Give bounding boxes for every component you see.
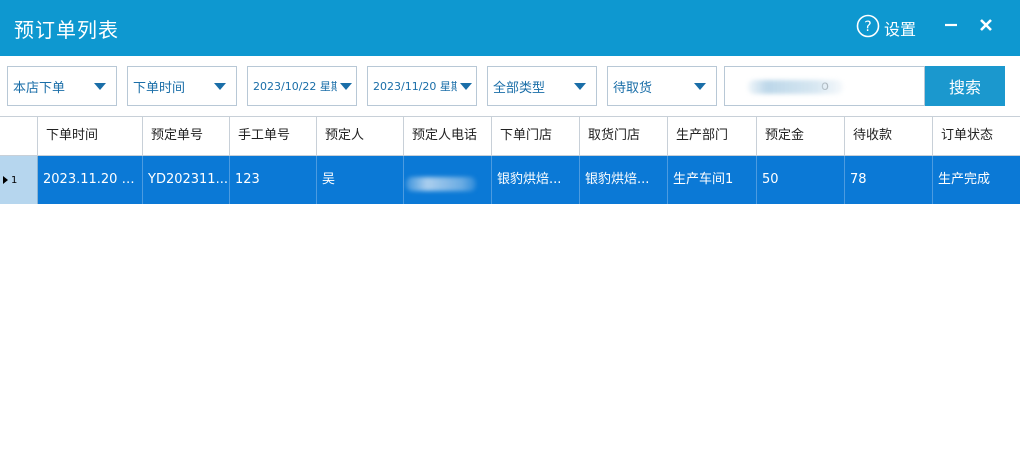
column-header[interactable]: 待收款 — [845, 117, 933, 156]
table-cell[interactable]: 50 — [757, 156, 845, 204]
column-header[interactable]: 下单时间 — [38, 117, 143, 156]
redacted-blur — [748, 80, 843, 94]
table-header: 下单时间 预定单号 手工单号 预定人 预定人电话 下单门店 取货门店 生产部门 … — [0, 116, 1020, 156]
table-cell[interactable]: 吴 — [317, 156, 404, 204]
settings-button[interactable]: ? 设置 — [856, 14, 917, 42]
order-source-value: 本店下单 — [13, 80, 66, 96]
order-source-select[interactable]: 本店下单 — [7, 66, 117, 106]
column-header[interactable]: 手工单号 — [230, 117, 317, 156]
row-index: 1 — [11, 174, 18, 186]
table-cell[interactable]: 银豹烘焙... — [580, 156, 668, 204]
date-type-select[interactable]: 下单时间 — [127, 66, 237, 106]
start-date-value: 2023/10/22 星期 — [253, 80, 337, 93]
column-header[interactable]: 预定人电话 — [404, 117, 492, 156]
column-header[interactable]: 订单状态 — [933, 117, 1020, 156]
column-header[interactable]: 预定单号 — [143, 117, 230, 156]
table-cell[interactable]: 生产车间1 — [668, 156, 757, 204]
dropdown-arrow-icon — [574, 82, 586, 90]
current-row-indicator-icon — [3, 176, 8, 184]
column-header[interactable]: 下单门店 — [492, 117, 580, 156]
header-corner — [0, 117, 38, 156]
end-date-picker[interactable]: 2023/11/20 星期 — [367, 66, 477, 106]
search-button[interactable]: 搜索 — [925, 66, 1005, 106]
start-date-picker[interactable]: 2023/10/22 星期 — [247, 66, 357, 106]
dropdown-arrow-icon — [94, 82, 106, 90]
help-circle-icon: ? — [856, 14, 880, 42]
close-icon — [978, 17, 994, 37]
table-cell[interactable]: 生产完成 — [933, 156, 1020, 204]
category-select[interactable]: 全部类型 — [487, 66, 597, 106]
table-row[interactable]: 1 2023.11.20 1... YD202311... 123 吴 银豹烘焙… — [0, 156, 1020, 204]
column-header[interactable]: 预定人 — [317, 117, 404, 156]
filter-bar: 本店下单 下单时间 2023/10/22 星期 2023/11/20 星期 全部… — [0, 56, 1020, 116]
redacted-blur — [406, 177, 476, 191]
column-header[interactable]: 预定金 — [757, 117, 845, 156]
table-cell[interactable]: YD202311... — [143, 156, 230, 204]
window-title: 预订单列表 — [14, 18, 119, 42]
dropdown-arrow-icon — [694, 82, 706, 90]
dropdown-arrow-icon — [214, 82, 226, 90]
column-header[interactable]: 取货门店 — [580, 117, 668, 156]
dropdown-arrow-icon — [340, 82, 352, 90]
table-cell[interactable]: 银豹烘焙... — [492, 156, 580, 204]
title-bar: 预订单列表 ? 设置 — [0, 0, 1020, 56]
end-date-value: 2023/11/20 星期 — [373, 80, 457, 93]
column-header[interactable]: 生产部门 — [668, 117, 757, 156]
svg-text:?: ? — [864, 19, 871, 35]
date-type-value: 下单时间 — [133, 80, 186, 96]
status-select[interactable]: 待取货 — [607, 66, 717, 106]
status-value: 待取货 — [613, 80, 653, 96]
close-button[interactable] — [973, 14, 999, 40]
dropdown-arrow-icon — [460, 82, 472, 90]
row-header[interactable]: 1 — [0, 156, 38, 204]
table-cell[interactable]: 2023.11.20 1... — [38, 156, 143, 204]
table-cell[interactable]: 123 — [230, 156, 317, 204]
table-cell[interactable]: 78 — [845, 156, 933, 204]
minimize-button[interactable] — [938, 14, 964, 40]
settings-label: 设置 — [884, 20, 917, 39]
category-value: 全部类型 — [493, 80, 546, 96]
minimize-icon — [943, 17, 959, 37]
